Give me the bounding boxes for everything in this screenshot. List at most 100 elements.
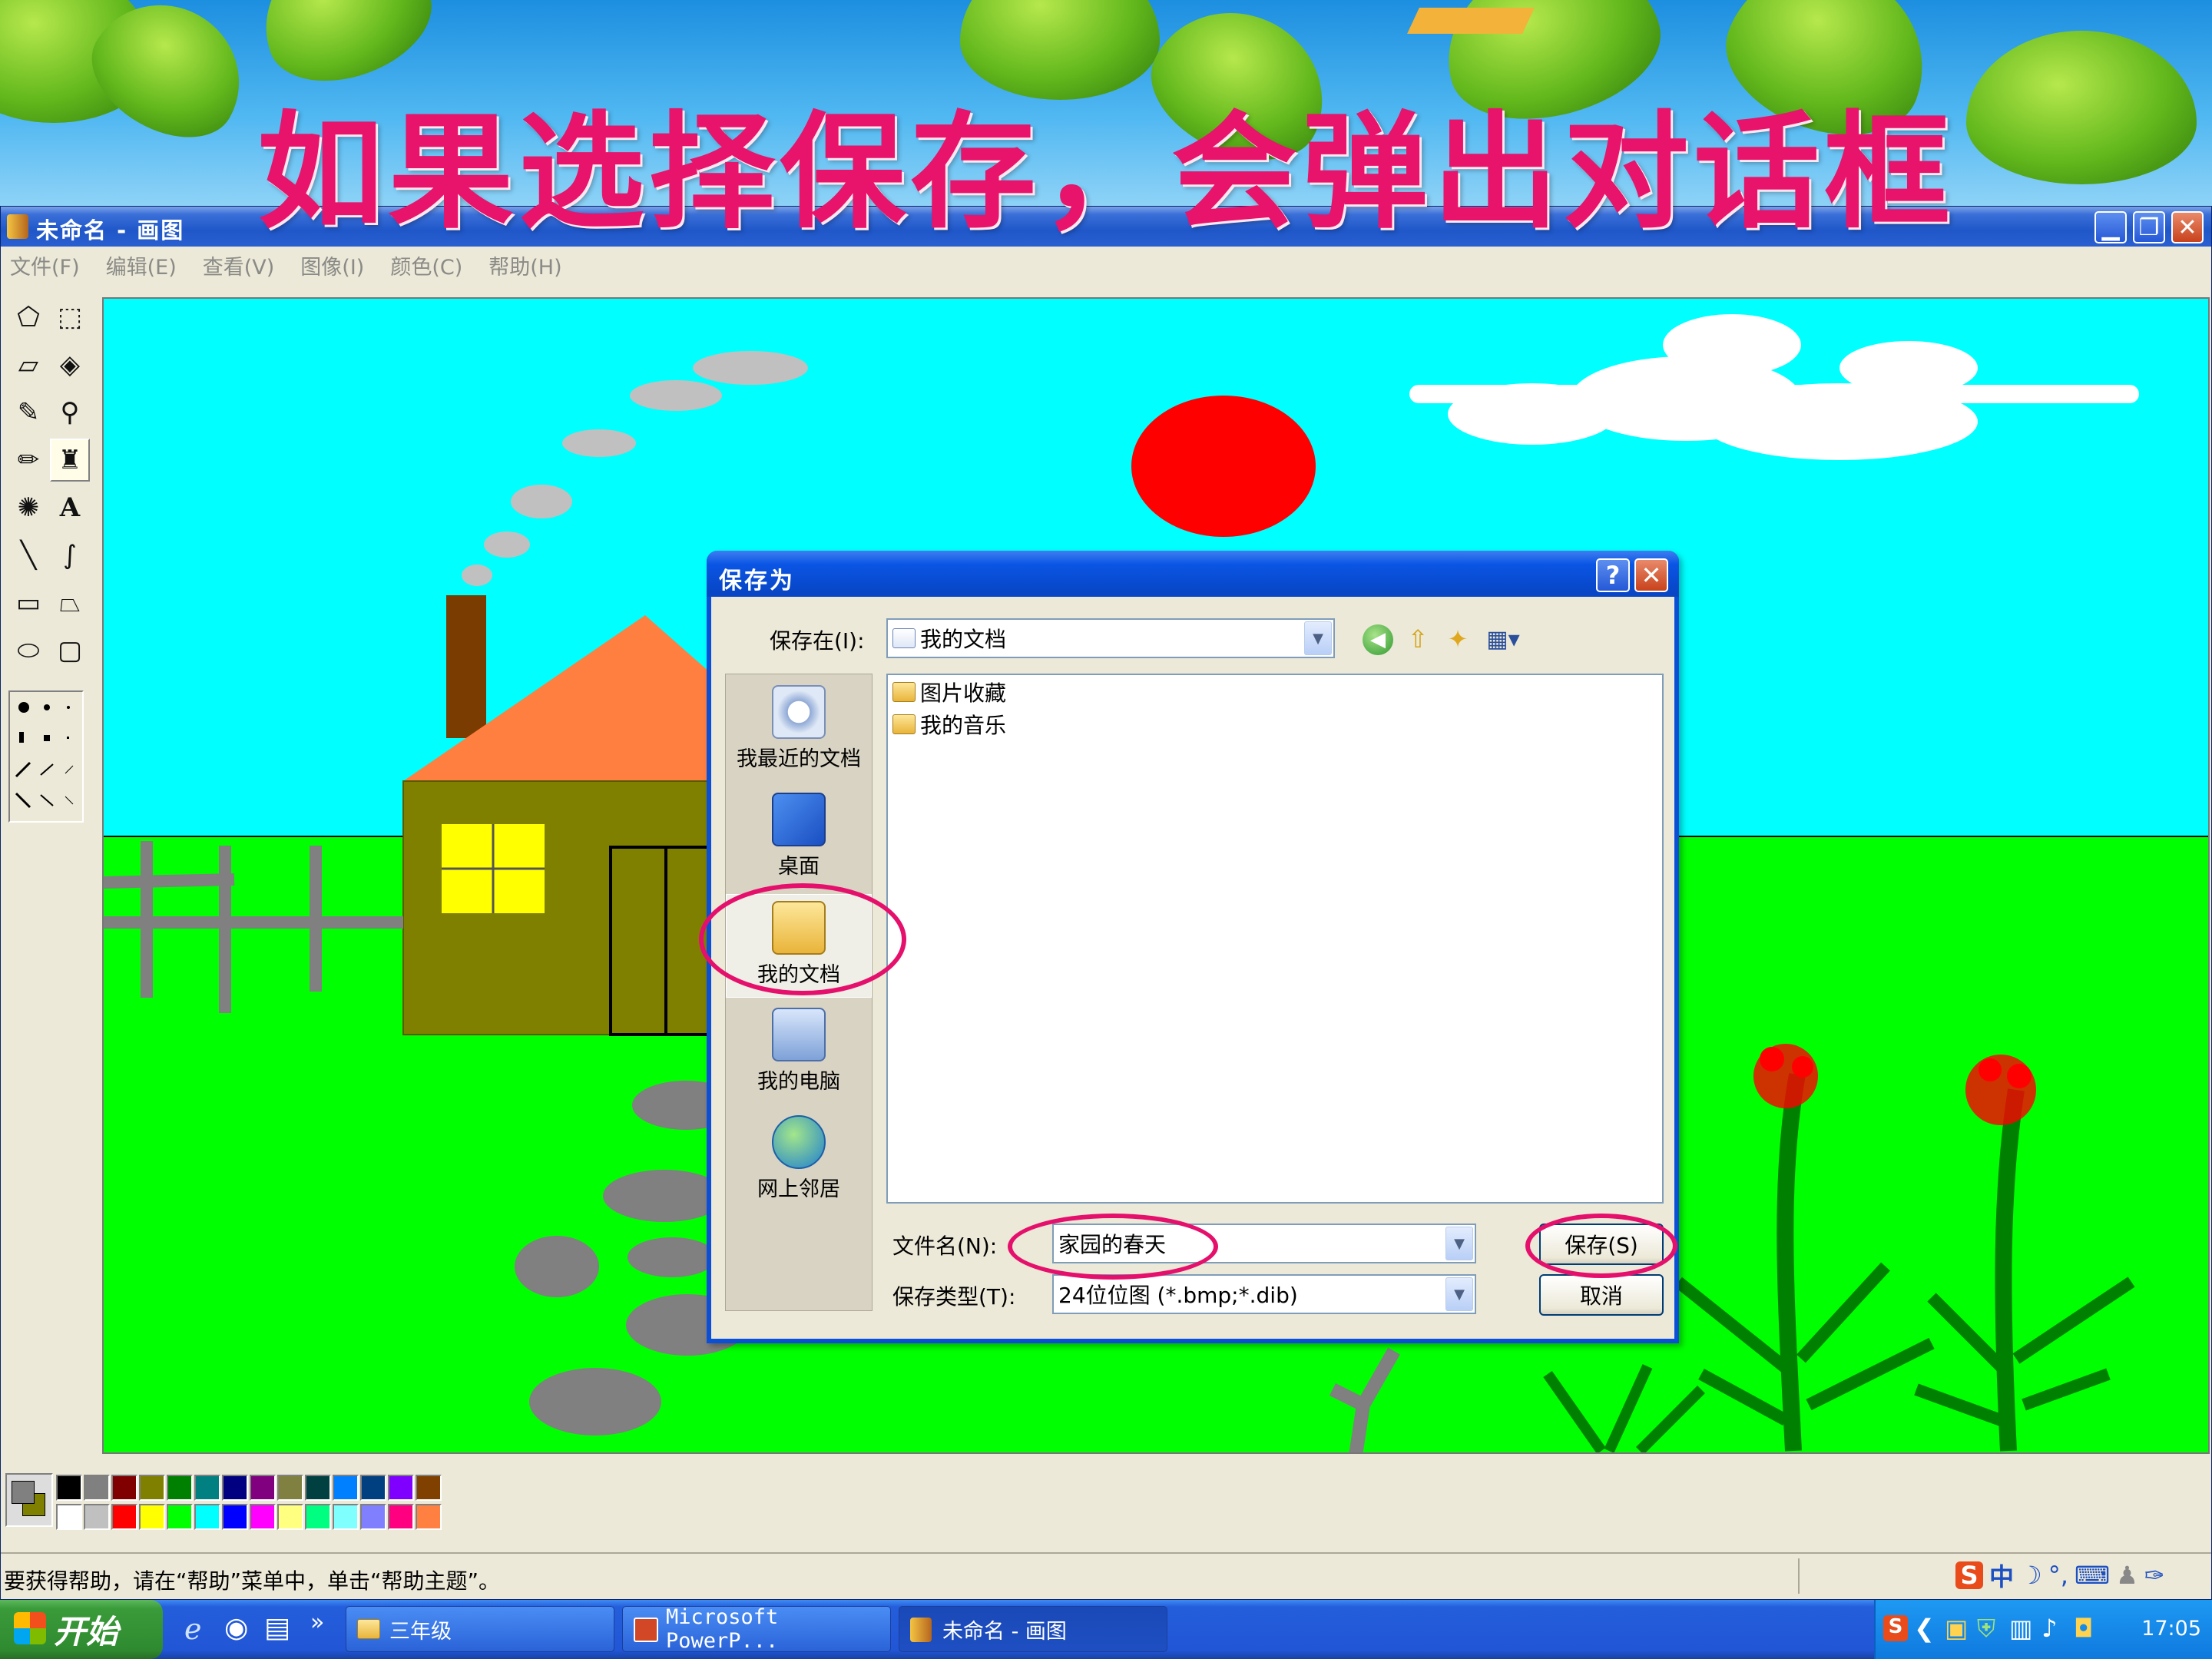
menu-image[interactable]: 图像(I) [300,250,364,280]
palette-swatch[interactable] [416,1504,442,1530]
file-list[interactable]: 图片收藏 我的音乐 [886,674,1664,1204]
menu-colors[interactable]: 颜色(C) [390,250,462,280]
palette-swatch[interactable] [139,1475,165,1501]
ime-toolbar[interactable]: S 中 ☽ °, ⌨ ♟ ✑ [1955,1557,2201,1594]
menu-view[interactable]: 查看(V) [203,250,275,280]
palette-swatch[interactable] [305,1504,331,1530]
palette-swatch[interactable] [194,1475,220,1501]
palette-swatch[interactable] [333,1475,359,1501]
palette-swatch[interactable] [111,1504,137,1530]
sogou-tray-icon[interactable]: S [1883,1615,1908,1641]
task-folder[interactable]: 三年级 [346,1606,614,1652]
keyboard-icon[interactable]: ⌨ [2075,1561,2110,1590]
free-select-icon[interactable]: ⬠ [8,296,48,339]
palette-swatch[interactable] [277,1504,303,1530]
user-icon[interactable]: ♟ [2116,1561,2138,1590]
palette-swatch[interactable] [84,1475,110,1501]
palette-swatch[interactable] [84,1504,110,1530]
save-in-combo[interactable]: 我的文档 ▼ [886,618,1335,658]
place-recent[interactable]: 我最近的文档 [726,679,872,783]
ime-mode[interactable]: 中 [1989,1558,2014,1593]
security-tray-icon[interactable]: ⛨ [1977,1614,1995,1644]
brush-size-options[interactable] [8,690,84,823]
palette-swatch[interactable] [111,1475,137,1501]
quicklaunch-more-icon[interactable]: » [310,1609,324,1636]
palette-swatch[interactable] [194,1504,220,1530]
palette-swatch[interactable] [56,1504,82,1530]
media-icon[interactable]: ◉ [224,1612,248,1644]
save-button[interactable]: 保存(S) [1539,1224,1664,1265]
line-icon[interactable]: ╲ [8,534,48,577]
ie-icon[interactable]: ℯ [184,1612,202,1646]
palette-swatch[interactable] [139,1504,165,1530]
menu-file[interactable]: 文件(F) [10,250,80,280]
select-icon[interactable]: ⬚ [50,296,90,339]
place-my-documents[interactable]: 我的文档 [726,894,872,998]
palette-swatch[interactable] [388,1475,414,1501]
start-button[interactable]: 开始 [0,1600,163,1659]
cancel-button[interactable]: 取消 [1539,1274,1664,1316]
palette-swatch[interactable] [167,1504,193,1530]
back-icon[interactable]: ◀ [1363,624,1393,655]
dialog-close-button[interactable]: ✕ [1634,558,1668,592]
tray-arrow-icon[interactable]: ❮ [1914,1614,1935,1643]
usb-tray-icon[interactable]: ◘ [2074,1614,2093,1643]
magnifier-icon[interactable]: ⚲ [50,391,90,434]
task-powerpoint[interactable]: Microsoft PowerP... [622,1605,891,1653]
current-colors[interactable] [5,1473,53,1527]
palette-swatch[interactable] [250,1504,276,1530]
dialog-title-bar[interactable]: 保存为 ? ✕ [707,551,1679,597]
view-menu-icon[interactable]: ▦▾ [1482,623,1524,655]
brush-icon[interactable]: ♜ [50,439,90,482]
palette-swatch[interactable] [305,1475,331,1501]
sogou-icon[interactable]: S [1955,1561,1983,1590]
chevron-down-icon[interactable]: ▼ [1304,621,1332,655]
status-bar: 要获得帮助，请在“帮助”菜单中，单击“帮助主题”。 S 中 ☽ °, ⌨ ♟ ✑ [1,1552,2211,1597]
list-item[interactable]: 我的音乐 [892,709,1006,740]
palette-swatch[interactable] [167,1475,193,1501]
chevron-down-icon[interactable]: ▼ [1445,1227,1473,1260]
eraser-icon[interactable]: ▱ [8,343,48,386]
palette-swatch[interactable] [360,1504,386,1530]
palette-swatch[interactable] [222,1475,248,1501]
list-item[interactable]: 图片收藏 [892,677,1006,707]
curve-icon[interactable]: ∫ [50,534,90,577]
polygon-icon[interactable]: ⏢ [50,581,90,624]
place-label: 网上邻居 [757,1177,840,1201]
network-tray-icon[interactable]: ▣ [1945,1614,1968,1643]
menu-help[interactable]: 帮助(H) [488,250,561,280]
palette-swatch[interactable] [56,1475,82,1501]
pencil-icon[interactable]: ✏ [8,439,48,482]
up-folder-icon[interactable]: ⇧ [1402,623,1433,655]
place-desktop[interactable]: 桌面 [726,786,872,890]
color-picker-icon[interactable]: ✎ [8,391,48,434]
show-desktop-icon[interactable]: ▤ [264,1612,290,1644]
wrench-icon[interactable]: ✑ [2144,1561,2165,1590]
palette-swatch[interactable] [416,1475,442,1501]
palette-swatch[interactable] [388,1504,414,1530]
text-icon[interactable]: A [50,486,90,529]
rectangle-icon[interactable]: ▭ [8,581,48,624]
help-button[interactable]: ? [1596,558,1630,592]
palette-swatch[interactable] [360,1475,386,1501]
place-network[interactable]: 网上邻居 [726,1109,872,1213]
filetype-select[interactable]: 24位位图 (*.bmp;*.dib) ▼ [1052,1274,1476,1314]
new-folder-icon[interactable]: ✦ [1442,623,1473,655]
moon-icon[interactable]: ☽ [2020,1561,2042,1590]
palette-swatch[interactable] [222,1504,248,1530]
airbrush-icon[interactable]: ✺ [8,486,48,529]
menu-edit[interactable]: 编辑(E) [106,250,177,280]
rounded-rectangle-icon[interactable]: ▢ [50,629,90,672]
display-tray-icon[interactable]: ▥ [2009,1614,2032,1643]
ellipse-icon[interactable]: ⬭ [8,629,48,672]
fill-icon[interactable]: ◈ [50,343,90,386]
task-paint[interactable]: 未命名 - 画图 [899,1606,1167,1652]
place-my-computer[interactable]: 我的电脑 [726,1002,872,1105]
volume-tray-icon[interactable]: ♪ [2041,1614,2057,1643]
punctuation-icon[interactable]: °, [2048,1561,2068,1590]
palette-swatch[interactable] [333,1504,359,1530]
filename-input[interactable]: 家园的春天 ▼ [1052,1224,1476,1263]
palette-swatch[interactable] [277,1475,303,1501]
palette-swatch[interactable] [250,1475,276,1501]
chevron-down-icon[interactable]: ▼ [1445,1277,1473,1311]
